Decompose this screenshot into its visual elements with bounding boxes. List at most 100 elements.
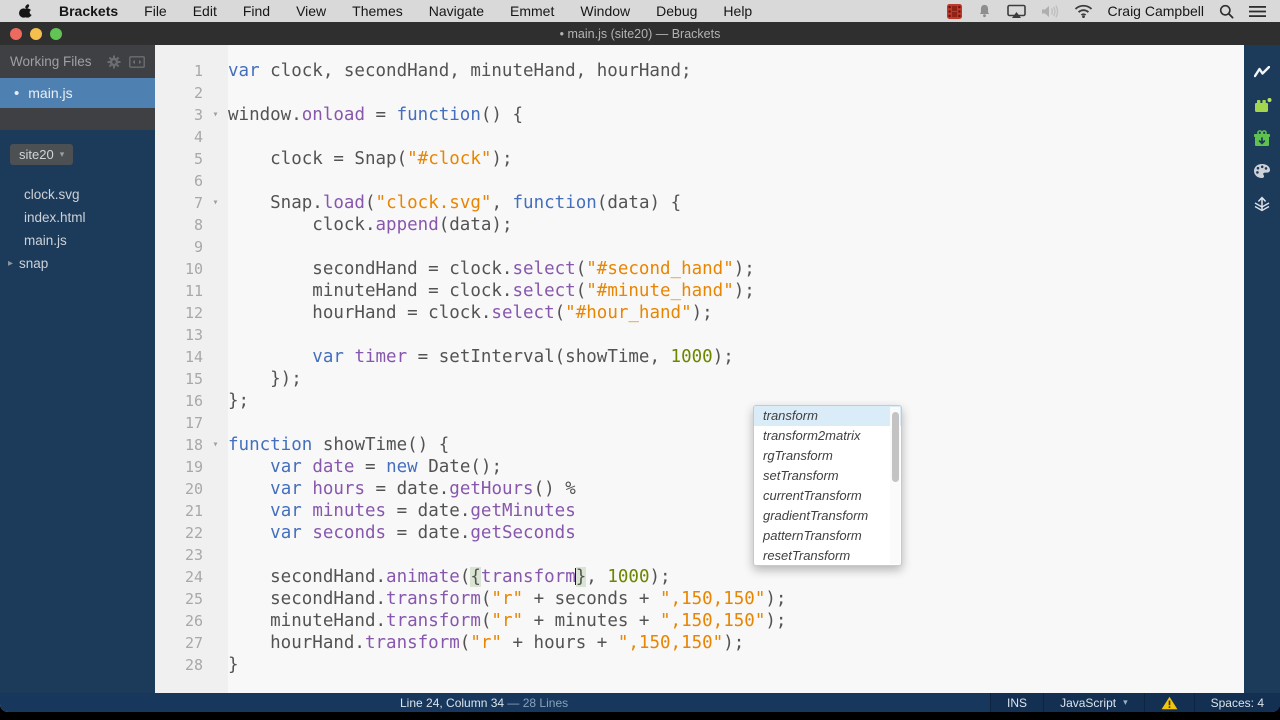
fold-gutter <box>207 346 224 368</box>
file-name-label: snap <box>19 256 49 271</box>
file-tree-item-snap[interactable]: ▸ snap <box>0 252 155 275</box>
screen-recording-icon[interactable] <box>946 3 962 19</box>
code-text: var seconds = date.getSeconds <box>224 522 576 544</box>
line-number: 13 <box>184 326 203 344</box>
insert-mode-toggle[interactable]: INS <box>990 693 1044 712</box>
apple-menu-icon[interactable] <box>18 3 33 20</box>
indentation-setting[interactable]: Spaces: 4 <box>1193 693 1280 712</box>
gear-icon[interactable] <box>107 55 121 69</box>
line-number: 12 <box>184 304 203 322</box>
macos-menu-bar: Brackets File Edit Find View Themes Navigate E… <box>0 0 1280 22</box>
hint-item-transform2matrix[interactable]: transform2matrix <box>754 426 901 446</box>
hint-item-currentTransform[interactable]: currentTransform <box>754 486 901 506</box>
token: hourHand. <box>228 633 365 653</box>
hint-item-gradientTransform[interactable]: gradientTransform <box>754 506 901 526</box>
token: "r" <box>470 633 502 653</box>
project-dropdown[interactable]: site20 ▾ <box>10 144 74 165</box>
token: var <box>270 479 302 499</box>
line-number: 23 <box>184 546 203 564</box>
code-fold-arrow-icon[interactable]: ▾ <box>207 434 224 456</box>
code-line-2: 2 <box>155 82 1244 104</box>
notifications-bell-icon[interactable] <box>977 3 992 19</box>
code-editor[interactable]: 1 var clock, secondHand, minuteHand, hour… <box>155 45 1244 693</box>
notification-center-icon[interactable] <box>1249 5 1266 18</box>
hint-item-patternTransform[interactable]: patternTransform <box>754 526 901 546</box>
working-file-main.js[interactable]: • main.js <box>0 78 155 108</box>
line-number: 9 <box>193 238 203 256</box>
close-window-button[interactable] <box>10 27 22 40</box>
live-preview-icon[interactable] <box>1251 61 1273 83</box>
token: select <box>512 259 576 279</box>
volume-muted-icon[interactable] <box>1041 4 1059 19</box>
hint-item-setTransform[interactable]: setTransform <box>754 466 901 486</box>
dropdown-scrollbar-thumb[interactable] <box>891 412 899 482</box>
code-fold-arrow-icon[interactable]: ▾ <box>207 192 224 214</box>
code-line-3: 3 ▾ window.onload = function() { <box>155 104 1244 126</box>
code-line-24: 24 secondHand.animate({transform}, 1000)… <box>155 566 1244 588</box>
gift-extract-icon[interactable] <box>1251 127 1273 149</box>
line-number: 27 <box>184 634 203 652</box>
file-tree-item-index.html[interactable]: index.html <box>0 206 155 229</box>
menu-emmet[interactable]: Emmet <box>510 3 554 19</box>
spotlight-search-icon[interactable] <box>1219 4 1234 19</box>
code-line-1: 1 var clock, secondHand, minuteHand, hour… <box>155 60 1244 82</box>
hint-item-transform[interactable]: transform <box>754 406 901 426</box>
token: ); <box>765 611 787 631</box>
zoom-window-button[interactable] <box>50 27 62 40</box>
lint-warning-indicator[interactable] <box>1143 693 1194 712</box>
token: function <box>396 105 481 125</box>
menu-edit[interactable]: Edit <box>193 3 217 19</box>
code-line-17: 17 <box>155 412 1244 434</box>
language-selector[interactable]: JavaScript ▾ <box>1043 693 1144 712</box>
code-text: minuteHand.transform("r" + minutes + ",1… <box>224 610 786 632</box>
fold-gutter <box>207 60 224 82</box>
file-tree-item-clock.svg[interactable]: clock.svg <box>0 183 155 206</box>
line-count-label: 28 Lines <box>522 695 569 710</box>
warning-triangle-icon <box>1161 696 1178 710</box>
token: "r" <box>491 589 524 609</box>
menu-navigate[interactable]: Navigate <box>429 3 484 19</box>
line-number: 4 <box>193 128 203 146</box>
menu-debug[interactable]: Debug <box>656 3 697 19</box>
menu-view[interactable]: View <box>296 3 326 19</box>
code-line-20: 20 var hours = date.getHours() % <box>155 478 1244 500</box>
token: var <box>270 523 302 543</box>
file-tree-item-main.js[interactable]: main.js <box>0 229 155 252</box>
menu-window[interactable]: Window <box>580 3 630 19</box>
menu-themes[interactable]: Themes <box>352 3 403 19</box>
menu-find[interactable]: Find <box>243 3 270 19</box>
layers-upload-icon[interactable] <box>1251 193 1273 215</box>
folder-disclosure-icon[interactable]: ▸ <box>8 258 13 269</box>
code-line-27: 27 hourHand.transform("r" + hours + ",15… <box>155 632 1244 654</box>
hint-item-rgTransform[interactable]: rgTransform <box>754 446 901 466</box>
line-number: 8 <box>193 216 203 234</box>
token: + minutes + <box>523 611 660 631</box>
window-title-bar[interactable]: • main.js (site20) — Brackets <box>0 22 1280 45</box>
menu-help[interactable]: Help <box>723 3 752 19</box>
theme-palette-icon[interactable] <box>1251 160 1273 182</box>
extension-manager-brick-icon[interactable] <box>1251 94 1273 116</box>
token: minutes <box>312 501 387 521</box>
code-fold-arrow-icon[interactable]: ▾ <box>207 104 224 126</box>
line-number: 2 <box>193 84 203 102</box>
split-view-icon[interactable] <box>129 55 145 68</box>
code-text: } <box>224 654 239 676</box>
menu-file[interactable]: File <box>144 3 167 19</box>
dropdown-scrollbar[interactable] <box>890 407 900 564</box>
token: clock = Snap( <box>228 149 408 169</box>
wifi-icon[interactable] <box>1074 4 1093 18</box>
chevron-down-icon: ▾ <box>1123 697 1128 707</box>
menu-app-brackets[interactable]: Brackets <box>59 3 118 19</box>
code-line-5: 5 clock = Snap("#clock"); <box>155 148 1244 170</box>
hint-item-resetTransform[interactable]: resetTransform <box>754 546 901 565</box>
dirty-dot-icon: • <box>14 84 20 102</box>
minimize-window-button[interactable] <box>30 27 42 40</box>
menu-user-name[interactable]: Craig Campbell <box>1108 3 1204 19</box>
airplay-display-icon[interactable] <box>1006 4 1026 19</box>
cursor-position-status[interactable]: Line 24, Column 34 — 28 Lines <box>0 696 568 710</box>
token: = date. <box>386 523 471 543</box>
token: animate <box>386 567 460 587</box>
token: date <box>312 457 355 477</box>
token: ); <box>712 347 734 367</box>
